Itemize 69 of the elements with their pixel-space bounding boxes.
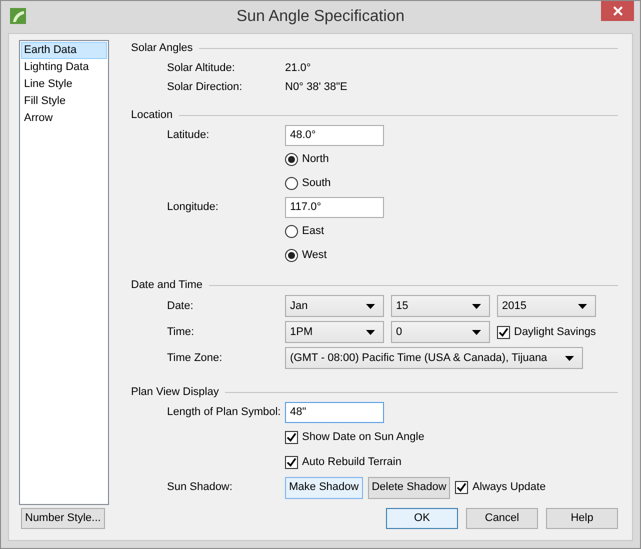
field-label: Longitude: [167, 200, 218, 213]
dropdown[interactable]: 15 [391, 295, 490, 317]
field-label: Solar Altitude: [167, 62, 235, 74]
dropdown[interactable]: (GMT - 08:00) Pacific Time (USA & Canada), Tijuana [285, 347, 583, 369]
checkbox-option[interactable]: Always Update [455, 479, 546, 496]
dropdown[interactable]: 1PM [285, 321, 384, 343]
close-icon [612, 6, 622, 16]
dropdown[interactable]: 2015 [497, 295, 596, 317]
text-field[interactable]: 48" [285, 402, 384, 423]
dropdown-value: 1PM [290, 324, 313, 340]
radio-option[interactable]: West [285, 246, 327, 264]
dropdown[interactable]: 0 [391, 321, 490, 343]
section-title: Location [131, 108, 173, 123]
checkbox[interactable] [455, 481, 468, 494]
field-label: Length of Plan Symbol: [167, 406, 281, 418]
caret-icon [578, 304, 587, 308]
radio-option[interactable]: East [285, 222, 324, 240]
field-label: Time Zone: [167, 352, 222, 364]
check-icon [286, 457, 297, 468]
shadow-button[interactable]: Delete Shadow [368, 476, 450, 498]
caret-icon [472, 304, 481, 308]
radio-option[interactable]: North [285, 150, 329, 168]
field-label: Sun Shadow: [167, 481, 232, 494]
dropdown[interactable]: Jan [285, 295, 384, 317]
field-label: Solar Direction: [167, 81, 242, 94]
dialog-button[interactable]: OK [386, 508, 458, 529]
field-label: Date: [167, 300, 194, 312]
text-field[interactable]: 48.0° [285, 124, 384, 146]
field-label: Latitude: [167, 128, 210, 141]
check-icon [456, 482, 468, 493]
section-title: Plan View Display [131, 384, 219, 400]
check-icon [498, 326, 509, 338]
shadow-button[interactable]: Make Shadow [285, 476, 363, 498]
text-field[interactable]: 117.0° [285, 196, 384, 218]
radio-circle[interactable] [285, 248, 298, 262]
checkbox-option[interactable]: Show Date on Sun Angle [285, 429, 424, 446]
dropdown-value: 2015 [502, 298, 526, 314]
close-button[interactable] [601, 1, 634, 21]
caret-icon [472, 330, 481, 334]
checkbox-option[interactable]: Auto Rebuild Terrain [285, 454, 402, 471]
caret-icon [565, 356, 574, 360]
dropdown-value: (GMT - 08:00) Pacific Time (USA & Canada), Tijuana [290, 350, 548, 366]
readout-value: N0° 38' 38"E [285, 80, 348, 96]
dropdown-value: Jan [290, 298, 308, 314]
dialog-button[interactable]: Help [546, 508, 618, 529]
category-item[interactable]: Arrow [21, 110, 107, 127]
category-item[interactable]: Earth Data [21, 42, 107, 59]
checkbox[interactable] [285, 431, 298, 444]
readout-value: 21.0° [285, 61, 311, 76]
category-item[interactable]: Lighting Data [21, 59, 107, 76]
checkbox-option[interactable]: Daylight Savings [497, 324, 596, 340]
radio-option[interactable]: South [285, 174, 331, 192]
section-title: Solar Angles [131, 40, 193, 56]
dropdown-value: 15 [396, 298, 408, 314]
checkbox[interactable] [497, 326, 510, 338]
field-label: Time: [167, 326, 194, 338]
dropdown-value: 0 [396, 324, 402, 340]
check-icon [286, 432, 297, 443]
checkbox[interactable] [285, 456, 298, 469]
category-item[interactable]: Fill Style [21, 93, 107, 110]
dialog-button[interactable]: Cancel [466, 508, 538, 529]
section-title: Date and Time [131, 278, 203, 293]
window-title: Sun Angle Specification [235, 7, 406, 27]
number-style-button[interactable]: Number Style... [21, 508, 105, 529]
category-item[interactable]: Line Style [21, 76, 107, 93]
caret-icon [366, 304, 375, 308]
radio-circle[interactable] [285, 152, 298, 166]
caret-icon [366, 330, 375, 334]
app-logo-icon [10, 8, 26, 24]
